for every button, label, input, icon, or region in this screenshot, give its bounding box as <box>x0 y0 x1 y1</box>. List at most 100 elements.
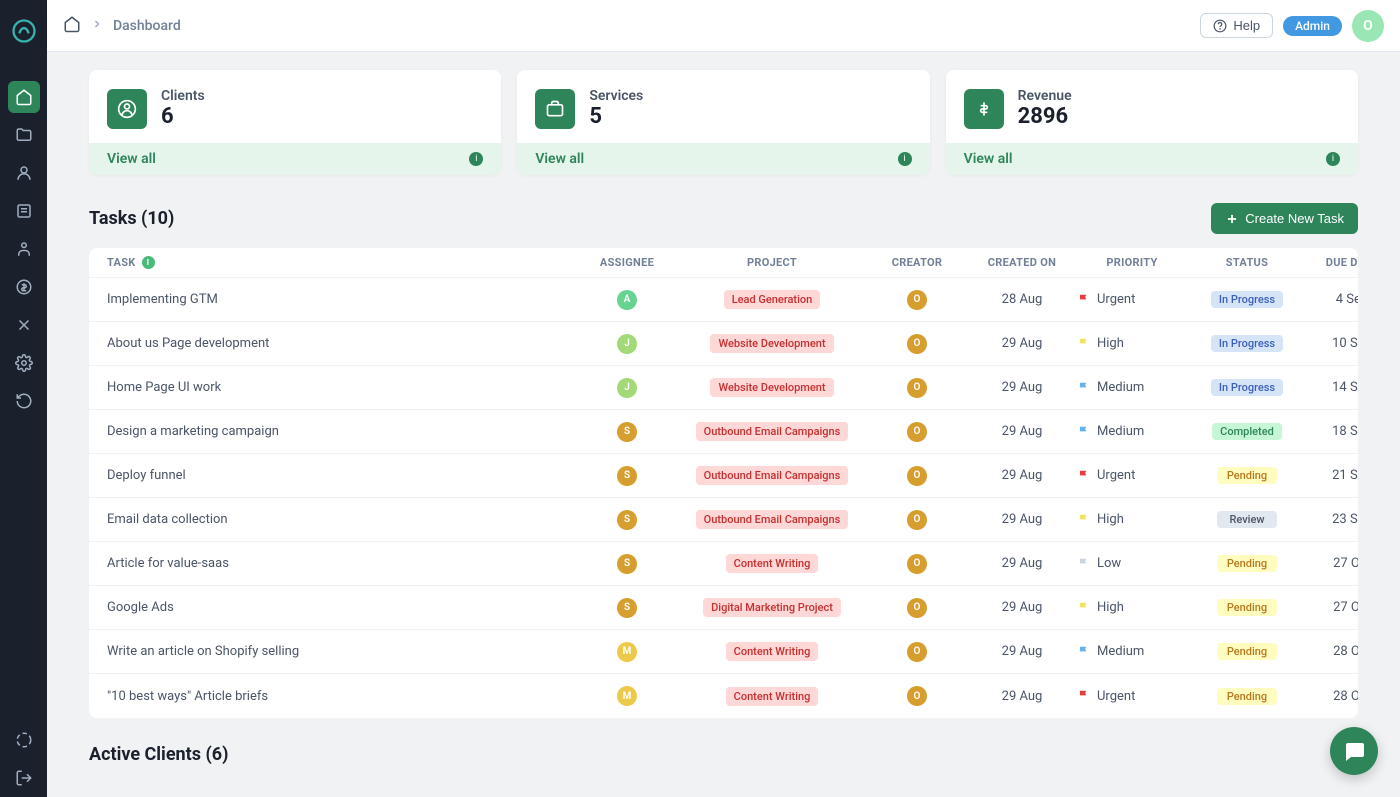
table-row[interactable]: Implementing GTM A Lead Generation O 28 … <box>89 278 1358 322</box>
table-row[interactable]: Write an article on Shopify selling M Co… <box>89 630 1358 674</box>
created-on: 29 Aug <box>967 600 1077 615</box>
col-task: TASK i <box>107 256 577 269</box>
info-icon[interactable]: i <box>1326 152 1340 166</box>
table-row[interactable]: "10 best ways" Article briefs M Content … <box>89 674 1358 718</box>
view-all-link[interactable]: View all <box>107 151 156 167</box>
topbar: Dashboard Help Admin O <box>47 0 1400 52</box>
due-date: 28 Oct <box>1307 644 1358 659</box>
priority-label: Urgent <box>1097 689 1135 704</box>
status-cell: In Progress <box>1187 379 1307 396</box>
nav-home[interactable] <box>8 81 40 113</box>
col-priority: PRIORITY <box>1077 256 1187 269</box>
main: Dashboard Help Admin O Clients 6 View al… <box>47 0 1400 797</box>
creator-cell: O <box>867 686 967 706</box>
view-all-link[interactable]: View all <box>535 151 584 167</box>
stat-value: 2896 <box>1018 104 1072 129</box>
creator-cell: O <box>867 422 967 442</box>
assignee-avatar: J <box>617 378 637 398</box>
nav-tools[interactable] <box>8 309 40 341</box>
project-cell: Content Writing <box>677 554 867 573</box>
create-task-button[interactable]: Create New Task <box>1211 203 1358 234</box>
priority-label: High <box>1097 336 1124 351</box>
project-tag: Digital Marketing Project <box>703 598 841 617</box>
assignee-cell: S <box>577 422 677 442</box>
table-row[interactable]: Google Ads S Digital Marketing Project O… <box>89 586 1358 630</box>
task-name: Implementing GTM <box>107 292 577 307</box>
table-row[interactable]: Email data collection S Outbound Email C… <box>89 498 1358 542</box>
flag-icon <box>1077 469 1091 483</box>
assignee-avatar: S <box>617 598 637 618</box>
due-date: 14 Sep <box>1307 380 1358 395</box>
nav-sync[interactable] <box>8 724 40 756</box>
nav-restore[interactable] <box>8 385 40 417</box>
status-cell: Pending <box>1187 467 1307 484</box>
project-tag: Content Writing <box>726 687 819 706</box>
status-cell: Pending <box>1187 688 1307 705</box>
user-avatar[interactable]: O <box>1352 10 1384 42</box>
project-cell: Content Writing <box>677 642 867 661</box>
nav-billing[interactable] <box>8 271 40 303</box>
admin-badge[interactable]: Admin <box>1283 16 1342 36</box>
created-on: 29 Aug <box>967 689 1077 704</box>
due-date: 23 Sep <box>1307 512 1358 527</box>
nav-user[interactable] <box>8 233 40 265</box>
table-row[interactable]: Design a marketing campaign S Outbound E… <box>89 410 1358 454</box>
status-badge: In Progress <box>1211 335 1283 352</box>
tasks-header: Tasks (10) Create New Task <box>89 203 1358 234</box>
task-name: Google Ads <box>107 600 577 615</box>
assignee-cell: M <box>577 686 677 706</box>
table-row[interactable]: Deploy funnel S Outbound Email Campaigns… <box>89 454 1358 498</box>
col-status: STATUS <box>1187 256 1307 269</box>
project-tag: Website Development <box>710 378 833 397</box>
view-all-link[interactable]: View all <box>964 151 1013 167</box>
priority-cell: Urgent <box>1077 689 1187 704</box>
info-icon[interactable]: i <box>469 152 483 166</box>
info-icon[interactable]: i <box>142 256 155 269</box>
priority-cell: Medium <box>1077 424 1187 439</box>
nav-settings[interactable] <box>8 347 40 379</box>
status-cell: Completed <box>1187 423 1307 440</box>
nav-logout[interactable] <box>8 762 40 794</box>
info-icon[interactable]: i <box>898 152 912 166</box>
priority-label: Medium <box>1097 380 1144 395</box>
project-cell: Website Development <box>677 334 867 353</box>
project-tag: Website Development <box>710 334 833 353</box>
chat-widget[interactable] <box>1330 727 1378 775</box>
stat-label: Services <box>589 88 643 104</box>
help-button[interactable]: Help <box>1200 13 1273 38</box>
content: Clients 6 View all i Services 5 View all… <box>47 52 1400 797</box>
table-row[interactable]: Home Page UI work J Website Development … <box>89 366 1358 410</box>
nav-clients[interactable] <box>8 157 40 189</box>
assignee-avatar: M <box>617 642 637 662</box>
project-tag: Lead Generation <box>724 290 821 309</box>
priority-cell: High <box>1077 600 1187 615</box>
task-name: Write an article on Shopify selling <box>107 644 577 659</box>
flag-icon <box>1077 645 1091 659</box>
stat-label: Revenue <box>1018 88 1072 104</box>
app-logo[interactable] <box>9 16 39 46</box>
priority-label: Urgent <box>1097 292 1135 307</box>
project-tag: Outbound Email Campaigns <box>696 422 849 441</box>
stat-label: Clients <box>161 88 205 104</box>
stat-card: Revenue 2896 View all i <box>946 70 1358 175</box>
table-row[interactable]: Article for value-saas S Content Writing… <box>89 542 1358 586</box>
priority-cell: Medium <box>1077 644 1187 659</box>
status-cell: Pending <box>1187 599 1307 616</box>
creator-cell: O <box>867 466 967 486</box>
sidebar <box>0 0 47 797</box>
nav-list[interactable] <box>8 195 40 227</box>
creator-cell: O <box>867 290 967 310</box>
col-due-date: DUE DATE <box>1307 256 1358 269</box>
assignee-cell: M <box>577 642 677 662</box>
home-icon[interactable] <box>63 15 81 37</box>
nav-folder[interactable] <box>8 119 40 151</box>
flag-icon <box>1077 689 1091 703</box>
assignee-avatar: S <box>617 510 637 530</box>
status-cell: Pending <box>1187 555 1307 572</box>
priority-cell: High <box>1077 336 1187 351</box>
table-row[interactable]: About us Page development J Website Deve… <box>89 322 1358 366</box>
task-name: Home Page UI work <box>107 380 577 395</box>
created-on: 29 Aug <box>967 512 1077 527</box>
assignee-cell: S <box>577 554 677 574</box>
creator-cell: O <box>867 378 967 398</box>
